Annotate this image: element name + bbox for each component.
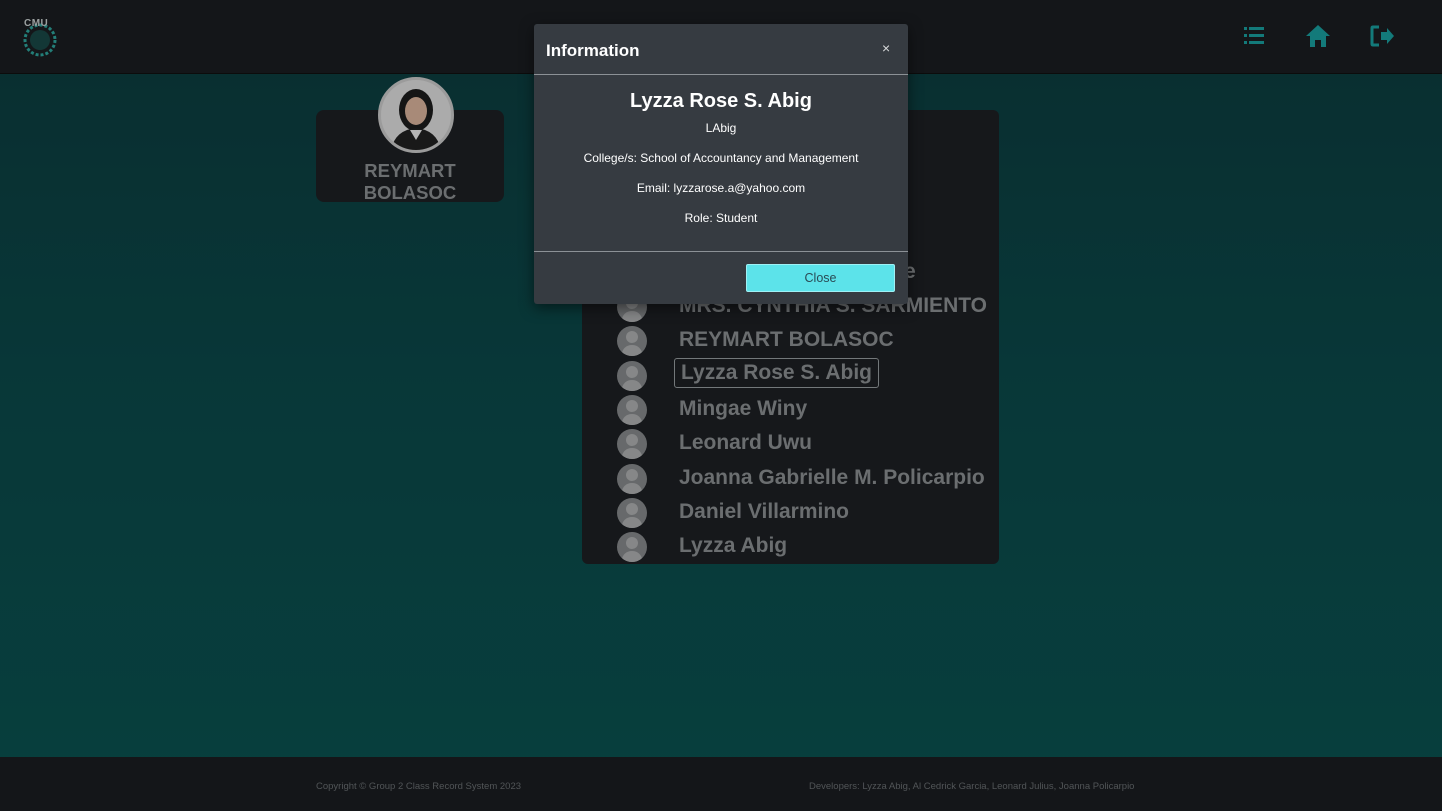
- list-item[interactable]: Leonard Uwu: [582, 427, 999, 461]
- avatar: [617, 464, 647, 494]
- modal-title: Information: [546, 41, 640, 60]
- profile-name: REYMART BOLASOC: [363, 160, 457, 203]
- modal-email: Email: lyzzarose.a@yahoo.com: [636, 181, 806, 195]
- avatar: [617, 429, 647, 459]
- avatar: [617, 361, 647, 391]
- modal-role: Role: Student: [684, 211, 758, 225]
- home-icon[interactable]: [1304, 22, 1332, 50]
- user-portrait-icon: [381, 80, 451, 150]
- list-item[interactable]: Lyzza Abig: [582, 530, 999, 564]
- list-item-name: Lyzza Abig: [679, 534, 788, 557]
- list-icon[interactable]: [1241, 22, 1269, 50]
- modal-header-divider: [534, 74, 908, 75]
- list-item[interactable]: REYMART BOLASOC: [582, 324, 999, 358]
- modal-college: College/s: School of Accountancy and Man…: [583, 151, 859, 165]
- footer-copyright: Copyright © Group 2 Class Record System …: [316, 781, 522, 792]
- logout-icon[interactable]: [1369, 22, 1397, 50]
- list-item[interactable]: Mingae Winy: [582, 393, 999, 427]
- close-icon[interactable]: ×: [882, 40, 890, 56]
- list-item-name: Daniel Villarmino: [679, 500, 849, 523]
- modal-username: LAbig: [705, 121, 737, 135]
- information-modal: Information × Lyzza Rose S. Abig LAbig C…: [534, 24, 908, 304]
- footer-developers: Developers: Lyzza Abig, Al Cedrick Garci…: [809, 781, 1135, 792]
- cmu-logo[interactable]: CMU: [20, 18, 60, 58]
- avatar: [617, 532, 647, 562]
- avatar: [617, 326, 647, 356]
- list-item[interactable]: Joanna Gabrielle M. Policarpio: [582, 462, 999, 496]
- profile-avatar: [378, 77, 454, 153]
- modal-user-name: Lyzza Rose S. Abig: [630, 90, 812, 112]
- list-item-selected[interactable]: Lyzza Rose S. Abig: [582, 358, 999, 393]
- footer: Copyright © Group 2 Class Record System …: [0, 757, 1442, 811]
- list-item-name: Joanna Gabrielle M. Policarpio: [679, 466, 985, 489]
- list-item[interactable]: Daniel Villarmino: [582, 496, 999, 530]
- list-item-name: Lyzza Rose S. Abig: [674, 358, 879, 388]
- avatar: [617, 395, 647, 425]
- list-item-name: Mingae Winy: [679, 397, 808, 420]
- close-button[interactable]: Close: [746, 264, 895, 292]
- list-item-name: REYMART BOLASOC: [679, 328, 894, 351]
- modal-footer-divider: [534, 251, 908, 252]
- list-item-name: Leonard Uwu: [679, 431, 813, 454]
- avatar: [617, 498, 647, 528]
- logo-text: CMU: [24, 18, 49, 29]
